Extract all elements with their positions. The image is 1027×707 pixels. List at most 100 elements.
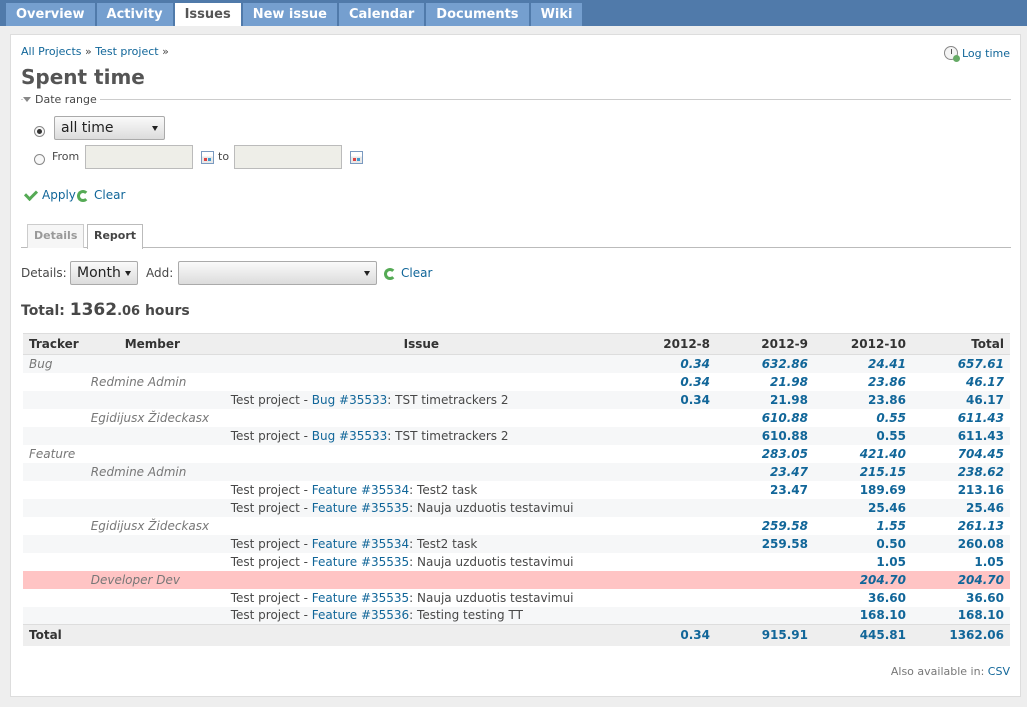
period-radio[interactable]: [34, 126, 45, 137]
hours-cell: 1.05: [912, 552, 1010, 571]
log-time-link[interactable]: Log time: [944, 46, 1010, 62]
issue-link[interactable]: Feature #35535: [312, 501, 409, 515]
issue-link[interactable]: Feature #35534: [312, 537, 409, 551]
issue-link[interactable]: Feature #35536: [312, 608, 409, 622]
issue-subject: : TST timetrackers 2: [387, 428, 509, 443]
tracker-cell: [23, 588, 85, 607]
issue-subject: : Nauja uzduotis testavimui: [409, 590, 574, 605]
from-date-input[interactable]: [85, 145, 193, 169]
member-cell: [84, 552, 225, 571]
issue-cell: [224, 354, 618, 373]
page-title: Spent time: [21, 65, 145, 89]
date-range-legend[interactable]: Date range: [23, 93, 100, 106]
main-menu: Overview Activity Issues New issue Calendar D…: [0, 0, 1027, 26]
member-cell: [84, 498, 225, 517]
hours-cell: [716, 588, 814, 607]
hours-cell: 611.43: [912, 426, 1010, 445]
hours-cell: 213.16: [912, 480, 1010, 499]
add-criteria-select[interactable]: [178, 261, 377, 285]
breadcrumb-project[interactable]: Test project: [95, 45, 158, 58]
issue-link[interactable]: Bug #35533: [312, 429, 388, 443]
tab-new-issue[interactable]: New issue: [242, 3, 337, 26]
issue-cell: [224, 372, 618, 391]
clock-icon: [944, 46, 960, 62]
hours-cell: 46.17: [912, 372, 1010, 391]
issue-cell: Test project - Feature #35535: Nauja uzd…: [224, 552, 618, 571]
details-label: Details:: [21, 266, 67, 280]
hours-cell: [618, 498, 716, 517]
total-row-label: Total: [23, 624, 618, 646]
tab-calendar[interactable]: Calendar: [338, 3, 425, 26]
main-menu-tabs: Overview Activity Issues New issue Calendar D…: [0, 0, 1027, 26]
breadcrumb: All Projects » Test project »: [21, 45, 169, 58]
hours-cell: [618, 408, 716, 427]
to-date-input[interactable]: [234, 145, 342, 169]
tab-label[interactable]: Documents: [426, 3, 528, 26]
total-cell: 915.91: [716, 624, 814, 646]
tab-overview[interactable]: Overview: [6, 3, 95, 26]
tab-details[interactable]: Details: [27, 224, 85, 248]
reload-icon: [384, 268, 396, 280]
member-cell: [84, 354, 225, 373]
table-row: Test project - Feature #35535: Nauja uzd…: [23, 552, 1010, 571]
hours-cell: [716, 498, 814, 517]
col-2012-9: 2012-9: [716, 333, 814, 355]
table-row: Bug 0.34 632.86 24.41 657.61: [23, 354, 1010, 373]
tab-label[interactable]: Activity: [97, 3, 173, 26]
details-select[interactable]: Month: [70, 261, 138, 285]
table-row: Test project - Feature #35535: Nauja uzd…: [23, 588, 1010, 607]
hours-cell: [618, 606, 716, 625]
hours-cell: 168.10: [912, 606, 1010, 625]
tab-label[interactable]: Wiki: [531, 3, 583, 26]
breadcrumb-all-projects[interactable]: All Projects: [21, 45, 82, 58]
member-cell: Redmine Admin: [84, 372, 225, 391]
tab-wiki[interactable]: Wiki: [530, 3, 583, 26]
tracker-cell: [23, 390, 85, 409]
tab-documents[interactable]: Documents: [426, 3, 529, 26]
tab-label[interactable]: New issue: [243, 3, 337, 26]
issue-link[interactable]: Bug #35533: [312, 393, 388, 407]
hours-cell: 283.05: [716, 444, 814, 463]
report-tabs: Details Report: [21, 223, 1011, 249]
issue-link[interactable]: Feature #35534: [312, 483, 409, 497]
member-cell: [84, 606, 225, 625]
tracker-cell: [23, 552, 85, 571]
hours-cell: 168.10: [814, 606, 912, 625]
apply-link[interactable]: Apply: [42, 188, 76, 202]
date-range-fieldset: Date range all time From to: [21, 93, 1011, 187]
hours-cell: [618, 588, 716, 607]
hours-cell: 1.55: [814, 516, 912, 535]
tab-report[interactable]: Report: [87, 224, 144, 249]
tab-activity[interactable]: Activity: [96, 3, 173, 26]
col-2012-8: 2012-8: [618, 333, 716, 355]
table-header-row: Tracker Member Issue 2012-8 2012-9 2012-…: [23, 333, 1010, 355]
from-to-radio[interactable]: [34, 154, 45, 165]
tracker-cell: Feature: [23, 444, 85, 463]
table-row: Egidijusx Žideckasx 259.58 1.55 261.13: [23, 516, 1010, 535]
hours-cell: 611.43: [912, 408, 1010, 427]
issue-link[interactable]: Feature #35535: [312, 591, 409, 605]
table-row: Developer Dev 204.70 204.70: [23, 570, 1010, 589]
hours-cell: 0.34: [618, 354, 716, 373]
tab-issues[interactable]: Issues: [174, 3, 241, 26]
clear-filter-link[interactable]: Clear: [94, 188, 125, 202]
hours-cell: 21.98: [716, 372, 814, 391]
issue-link[interactable]: Feature #35535: [312, 555, 409, 569]
hours-cell: [618, 552, 716, 571]
hours-cell: 260.08: [912, 534, 1010, 553]
tab-label[interactable]: Overview: [6, 3, 95, 26]
tab-label[interactable]: Calendar: [339, 3, 424, 26]
hours-cell: 23.47: [716, 462, 814, 481]
calendar-icon[interactable]: [350, 151, 363, 164]
csv-export-link[interactable]: CSV: [988, 665, 1010, 678]
table-row: Egidijusx Žideckasx 610.88 0.55 611.43: [23, 408, 1010, 427]
member-cell: Developer Dev: [84, 570, 225, 589]
calendar-icon[interactable]: [201, 151, 214, 164]
clear-criteria-link[interactable]: Clear: [401, 266, 432, 280]
hours-cell: 610.88: [716, 426, 814, 445]
tab-label[interactable]: Issues: [175, 3, 241, 26]
period-select[interactable]: all time: [54, 116, 165, 140]
log-time-label[interactable]: Log time: [962, 47, 1010, 60]
table-row: Test project - Feature #35535: Nauja uzd…: [23, 498, 1010, 517]
total-hours: Total: 1362.06 hours: [21, 300, 190, 320]
